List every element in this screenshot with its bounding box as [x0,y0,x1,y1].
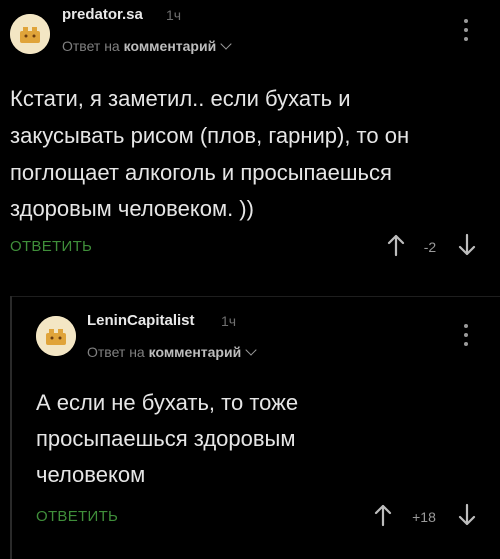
reply-to-link[interactable]: Ответ на комментарий [62,38,232,54]
comment-author[interactable]: LeninCapitalist [87,312,195,329]
comment-time: 1ч [166,7,182,23]
avatar-icon[interactable] [10,14,50,54]
comment: LeninCapitalist 1ч Ответ на комментарий … [0,296,500,559]
more-vertical-icon[interactable] [456,324,476,346]
reply-to-target: комментарий [148,344,242,360]
reply-button[interactable]: ОТВЕТИТЬ [10,238,92,255]
more-vertical-icon[interactable] [456,19,476,41]
comment-text-line: просыпаешься здоровым [36,426,296,451]
comment-score: -2 [423,239,437,255]
reply-to-prefix: Ответ на [62,38,120,54]
arrow-up-icon[interactable] [371,503,395,527]
comment-text-line: человеком [36,462,146,487]
chevron-down-icon [245,344,257,356]
reply-to-target: комментарий [123,38,217,54]
avatar-icon[interactable] [36,316,76,356]
arrow-down-icon[interactable] [455,233,479,257]
comment-score: +18 [412,509,436,525]
reply-to-prefix: Ответ на [87,344,145,360]
comment-text-line: здоровым человеком. )) [10,196,254,221]
comment-text-line: Кстати, я заметил.. если бухать и [10,86,351,111]
reply-button[interactable]: ОТВЕТИТЬ [36,508,118,525]
comment-time: 1ч [221,313,237,329]
reply-to-link[interactable]: Ответ на комментарий [87,344,257,360]
comment-author[interactable]: predator.sa [62,6,143,23]
comment-text-line: закусывать рисом (плов, гарнир), то он [10,123,410,148]
comment-text-line: поглощает алкоголь и просыпаешься [10,160,392,185]
arrow-up-icon[interactable] [384,233,408,257]
comment-text-line: А если не бухать, то тоже [36,390,299,415]
comment: predator.sa 1ч Ответ на комментарий Кста… [0,0,500,296]
chevron-down-icon [220,38,232,50]
arrow-down-icon[interactable] [455,503,479,527]
